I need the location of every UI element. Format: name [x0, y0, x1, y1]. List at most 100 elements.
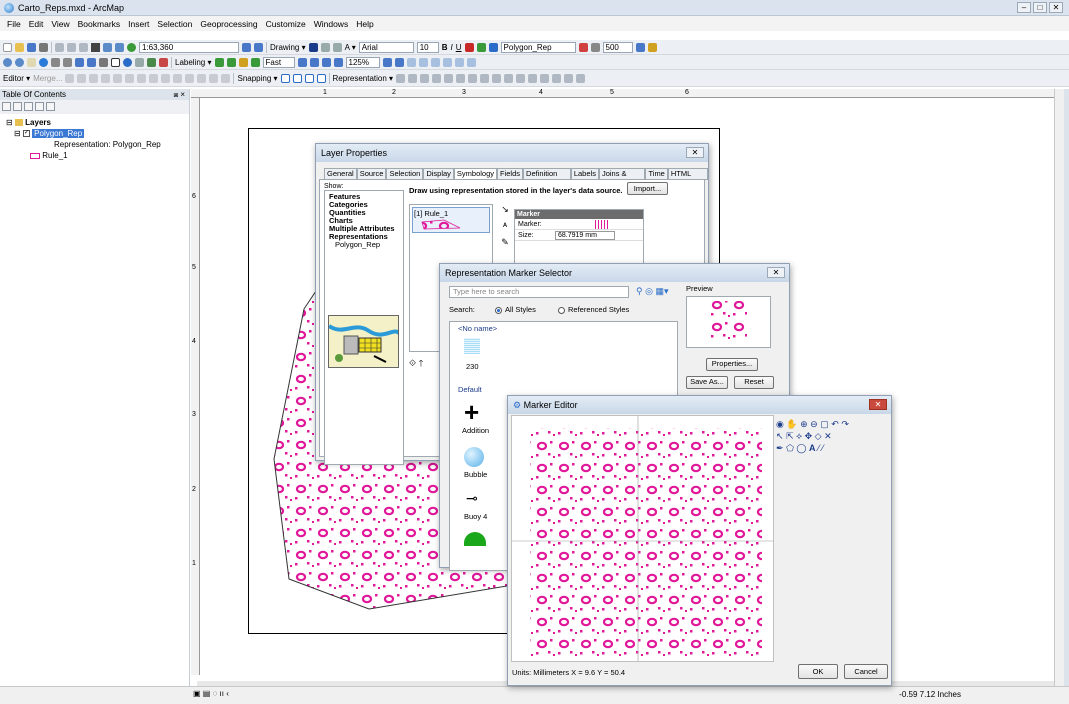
- rep-select-icon[interactable]: [396, 73, 406, 83]
- select-elements-icon[interactable]: [308, 42, 318, 52]
- target-icon[interactable]: ◉: [776, 419, 784, 429]
- pan-icon[interactable]: [27, 57, 36, 67]
- fixed-zoom-in-icon[interactable]: [51, 57, 60, 67]
- edit-tool-icon[interactable]: [65, 73, 75, 83]
- menu-edit[interactable]: Edit: [25, 19, 48, 29]
- ellipse-tool-icon[interactable]: ◯: [796, 443, 806, 453]
- rep-stroke-icon[interactable]: [564, 73, 574, 83]
- point-icon[interactable]: [125, 73, 135, 83]
- search-input[interactable]: Type here to search: [449, 286, 629, 298]
- hyperlink-icon[interactable]: [135, 57, 144, 67]
- full-extent-icon[interactable]: [39, 57, 48, 67]
- model-builder-icon[interactable]: [647, 42, 657, 52]
- layer-node[interactable]: ⊟ ✓ Polygon_Rep: [6, 128, 189, 139]
- maximize-button[interactable]: □: [1033, 2, 1047, 13]
- python-icon[interactable]: [635, 42, 645, 52]
- advanced-editing-icon-2[interactable]: [418, 57, 428, 67]
- rep-tools-icon[interactable]: [578, 42, 588, 52]
- merge-button[interactable]: Merge...: [33, 74, 62, 83]
- select-by-graphics-icon[interactable]: [99, 57, 108, 67]
- rule-node[interactable]: Rule_1: [6, 150, 189, 161]
- edit-vertices-icon[interactable]: [137, 73, 147, 83]
- sketch-properties-icon[interactable]: [209, 73, 219, 83]
- add-data-icon[interactable]: [127, 42, 136, 52]
- rule-item-selected[interactable]: [1] Rule_1: [412, 207, 490, 233]
- referenced-styles-radio[interactable]: Referenced Styles: [558, 305, 629, 314]
- draw-pen-icon[interactable]: ✒: [776, 443, 784, 453]
- cancel-button[interactable]: Cancel: [844, 664, 888, 679]
- reshape-icon[interactable]: [149, 73, 159, 83]
- add-rule-icon[interactable]: ⟐: [409, 358, 416, 368]
- menu-bookmarks[interactable]: Bookmarks: [74, 19, 125, 29]
- menu-insert[interactable]: Insert: [124, 19, 153, 29]
- properties-button[interactable]: Properties...: [706, 358, 758, 371]
- copy-icon[interactable]: [67, 42, 76, 52]
- advanced-editing-icon-1[interactable]: [406, 57, 416, 67]
- lasso-icon[interactable]: ⟡: [796, 431, 802, 441]
- pan-tool-icon[interactable]: ✋: [786, 419, 797, 429]
- layout-icon-3[interactable]: [321, 57, 331, 67]
- text-tool-icon[interactable]: A: [809, 443, 816, 453]
- menu-geoprocessing[interactable]: Geoprocessing: [196, 19, 261, 29]
- snap-icon[interactable]: ✥: [805, 431, 813, 441]
- collapse-icon[interactable]: ⊟: [6, 118, 13, 127]
- font-size-combo[interactable]: 10: [416, 41, 439, 53]
- docked-panels-strip[interactable]: [1064, 89, 1069, 686]
- ok-button[interactable]: OK: [798, 664, 838, 679]
- polygon-tool-icon[interactable]: ⬠: [786, 443, 794, 453]
- zoom-in-icon[interactable]: ⊕: [800, 419, 808, 429]
- drawing-menu[interactable]: Drawing ▾: [270, 43, 306, 52]
- trace-icon[interactable]: [113, 73, 123, 83]
- italic-icon[interactable]: I: [451, 43, 453, 52]
- select-tool-icon[interactable]: ↖: [776, 431, 784, 441]
- fit-icon[interactable]: ▢: [820, 419, 829, 429]
- font-color-icon[interactable]: [464, 42, 474, 52]
- table-of-contents-icon[interactable]: [254, 42, 263, 52]
- rep-erase-icon[interactable]: [468, 73, 478, 83]
- bold-icon[interactable]: B: [442, 43, 448, 52]
- end-point-arc-icon[interactable]: [101, 73, 111, 83]
- text-a-icon[interactable]: A ▾: [345, 43, 356, 52]
- advanced-editing-icon-5[interactable]: [454, 57, 464, 67]
- back-icon[interactable]: [75, 57, 84, 67]
- stroke-icon[interactable]: ⁄: [818, 443, 820, 453]
- green-marker-icon[interactable]: [464, 532, 486, 546]
- brush-icon[interactable]: ⁄: [822, 443, 824, 453]
- size-field[interactable]: 68.7919 mm: [555, 231, 615, 240]
- edge-snapping-icon[interactable]: [316, 73, 326, 83]
- rep-scale-icon[interactable]: [456, 73, 466, 83]
- paste-icon[interactable]: [79, 42, 88, 52]
- close-button[interactable]: ✕: [1049, 2, 1063, 13]
- menu-windows[interactable]: Windows: [310, 19, 352, 29]
- layout-pan-icon[interactable]: [394, 57, 404, 67]
- menu-view[interactable]: View: [47, 19, 73, 29]
- rep-override-icon[interactable]: [528, 73, 538, 83]
- zoom-out-icon[interactable]: [15, 57, 24, 67]
- show-polygon-rep[interactable]: Polygon_Rep: [329, 241, 399, 249]
- list-by-source-icon[interactable]: [13, 102, 22, 111]
- editor-menu[interactable]: Editor ▾: [3, 74, 30, 83]
- undo-icon[interactable]: [103, 42, 112, 52]
- list-by-drawing-order-icon[interactable]: [2, 102, 11, 111]
- collapse-icon[interactable]: ⊟: [14, 129, 21, 138]
- rep-move-icon[interactable]: [432, 73, 442, 83]
- addition-icon[interactable]: +: [464, 399, 479, 425]
- value-combo[interactable]: 500: [602, 41, 633, 53]
- font-combo[interactable]: Arial: [358, 41, 414, 53]
- marker-swatch[interactable]: [595, 220, 609, 229]
- redo-icon[interactable]: [115, 42, 124, 52]
- attributes-icon[interactable]: [197, 73, 207, 83]
- options-icon[interactable]: [46, 102, 55, 111]
- create-features-icon[interactable]: [221, 73, 231, 83]
- layers-node[interactable]: ⊟ Layers: [6, 117, 189, 128]
- snapping-menu[interactable]: Snapping ▾: [237, 74, 277, 83]
- save-icon[interactable]: [27, 42, 36, 52]
- rectangle-icon[interactable]: [332, 42, 342, 52]
- stroke-layer-icon[interactable]: ᴬ: [503, 221, 507, 231]
- measure-icon[interactable]: [147, 57, 156, 67]
- toc-pin-close-icon[interactable]: ⩏ ×: [174, 89, 185, 100]
- point-snapping-icon[interactable]: [280, 73, 290, 83]
- undo-icon[interactable]: ↶: [831, 419, 839, 429]
- zoom-in-icon[interactable]: [3, 57, 12, 67]
- all-styles-radio[interactable]: All Styles: [495, 305, 536, 314]
